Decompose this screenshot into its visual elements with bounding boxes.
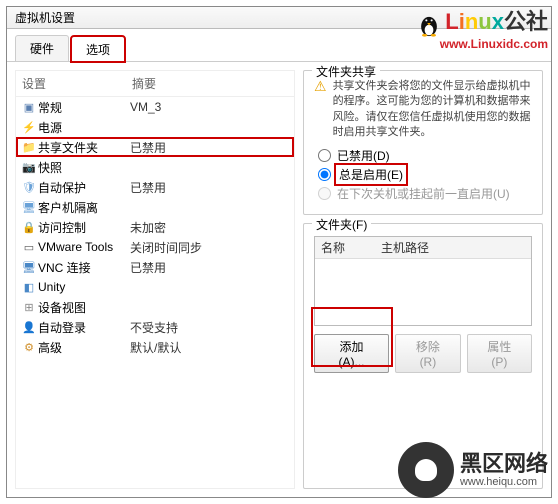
device-name: 快照	[38, 159, 130, 176]
tab-options[interactable]: 选项	[71, 36, 125, 62]
device-name: 自动保护	[38, 179, 130, 196]
add-button[interactable]: 添加(A)...	[314, 334, 389, 373]
vnc-icon: 🖥	[20, 261, 38, 274]
unity-icon: ◧	[20, 281, 38, 294]
guest-isolation-icon: 🖥	[20, 201, 38, 214]
device-row-device-view[interactable]: ⊞ 设备视图	[16, 297, 294, 317]
warning-text: 共享文件夹会将您的文件显示给虚拟机中的程序。这可能为您的计算机和数据带来风险。请…	[333, 79, 532, 141]
device-row-general[interactable]: ▣ 常规 VM_3	[16, 97, 294, 117]
settings-window: 虚拟机设置 硬件 选项 设置 摘要 ▣ 常规 VM_3 ⚡ 电源	[6, 6, 552, 498]
device-name: 共享文件夹	[38, 139, 130, 156]
device-row-autologin[interactable]: 👤 自动登录 不受支持	[16, 317, 294, 337]
device-name: 访问控制	[38, 219, 130, 236]
advanced-icon: ⚙	[20, 341, 38, 354]
device-panel: 设置 摘要 ▣ 常规 VM_3 ⚡ 电源 📁 共享文件夹 已禁用	[15, 70, 295, 489]
radio-disabled[interactable]: 已禁用(D)	[318, 147, 532, 164]
device-row-access[interactable]: 🔒 访问控制 未加密	[16, 217, 294, 237]
device-row-vnc[interactable]: 🖥 VNC 连接 已禁用	[16, 257, 294, 277]
device-summary: 已禁用	[130, 259, 290, 276]
tab-bar: 硬件 选项	[7, 29, 551, 62]
device-name: 自动登录	[38, 319, 130, 336]
window-title: 虚拟机设置	[15, 9, 75, 26]
device-name: VMware Tools	[38, 240, 130, 254]
folder-col-name: 名称	[321, 239, 381, 256]
window-titlebar: 虚拟机设置	[7, 7, 551, 29]
device-row-guest-isolation[interactable]: 🖥 客户机隔离	[16, 197, 294, 217]
device-view-icon: ⊞	[20, 301, 38, 314]
warning-icon: ⚠	[314, 79, 327, 93]
group-title-sharing: 文件夹共享	[312, 63, 380, 80]
device-header: 设置 摘要	[16, 71, 294, 97]
device-name: 常规	[38, 99, 130, 116]
device-summary: 已禁用	[130, 179, 290, 196]
device-name: 高级	[38, 339, 130, 356]
folder-sharing-group: 文件夹共享 ⚠ 共享文件夹会将您的文件显示给虚拟机中的程序。这可能为您的计算机和…	[303, 70, 543, 215]
header-summary: 摘要	[132, 75, 156, 92]
device-row-unity[interactable]: ◧ Unity	[16, 277, 294, 297]
device-name: 电源	[38, 119, 130, 136]
device-row-snapshot[interactable]: 📷 快照	[16, 157, 294, 177]
device-summary: 不受支持	[130, 319, 290, 336]
radio-always-input[interactable]	[318, 168, 331, 181]
device-name: 设备视图	[38, 299, 130, 316]
device-summary: 未加密	[130, 219, 290, 236]
radio-always-label: 总是启用(E)	[337, 166, 405, 183]
tab-hardware[interactable]: 硬件	[15, 35, 69, 61]
folder-list[interactable]: 名称 主机路径	[314, 236, 532, 326]
power-icon: ⚡	[20, 121, 38, 134]
device-name: VNC 连接	[38, 259, 130, 276]
options-panel: 文件夹共享 ⚠ 共享文件夹会将您的文件显示给虚拟机中的程序。这可能为您的计算机和…	[303, 70, 543, 489]
snapshot-icon: 📷	[20, 161, 38, 174]
folder-col-path: 主机路径	[381, 239, 429, 256]
radio-until-next-label: 在下次关机或挂起前一直启用(U)	[337, 185, 510, 202]
autoprotect-icon: 🛡	[20, 181, 38, 194]
device-list: ▣ 常规 VM_3 ⚡ 电源 📁 共享文件夹 已禁用 📷 快照	[16, 97, 294, 357]
remove-button: 移除(R)	[395, 334, 461, 373]
device-row-advanced[interactable]: ⚙ 高级 默认/默认	[16, 337, 294, 357]
device-row-autoprotect[interactable]: 🛡 自动保护 已禁用	[16, 177, 294, 197]
shared-folder-icon: 📁	[20, 141, 38, 154]
radio-until-next: 在下次关机或挂起前一直启用(U)	[318, 185, 532, 202]
folder-list-header: 名称 主机路径	[315, 237, 531, 259]
warning-row: ⚠ 共享文件夹会将您的文件显示给虚拟机中的程序。这可能为您的计算机和数据带来风险…	[314, 79, 532, 141]
autologin-icon: 👤	[20, 321, 38, 334]
device-summary: 默认/默认	[130, 339, 290, 356]
device-name: 客户机隔离	[38, 199, 130, 216]
properties-button: 属性(P)	[467, 334, 532, 373]
access-icon: 🔒	[20, 221, 38, 234]
content-area: 设置 摘要 ▣ 常规 VM_3 ⚡ 电源 📁 共享文件夹 已禁用	[7, 62, 551, 497]
radio-until-next-input	[318, 187, 331, 200]
radio-disabled-label: 已禁用(D)	[337, 147, 390, 164]
device-summary: VM_3	[130, 100, 290, 114]
vmtools-icon: ▭	[20, 241, 38, 254]
general-icon: ▣	[20, 101, 38, 114]
header-device: 设置	[22, 75, 132, 92]
device-summary: 关闭时间同步	[130, 239, 290, 256]
device-summary: 已禁用	[130, 139, 290, 156]
group-title-folders: 文件夹(F)	[312, 216, 371, 233]
folder-buttons: 添加(A)... 移除(R) 属性(P)	[314, 334, 532, 373]
radio-always[interactable]: 总是启用(E)	[318, 166, 532, 183]
radio-disabled-input[interactable]	[318, 149, 331, 162]
folders-group: 文件夹(F) 名称 主机路径 添加(A)... 移除(R) 属性(P)	[303, 223, 543, 489]
device-name: Unity	[38, 280, 130, 294]
device-row-vmtools[interactable]: ▭ VMware Tools 关闭时间同步	[16, 237, 294, 257]
device-row-shared-folders[interactable]: 📁 共享文件夹 已禁用	[16, 137, 294, 157]
device-row-power[interactable]: ⚡ 电源	[16, 117, 294, 137]
